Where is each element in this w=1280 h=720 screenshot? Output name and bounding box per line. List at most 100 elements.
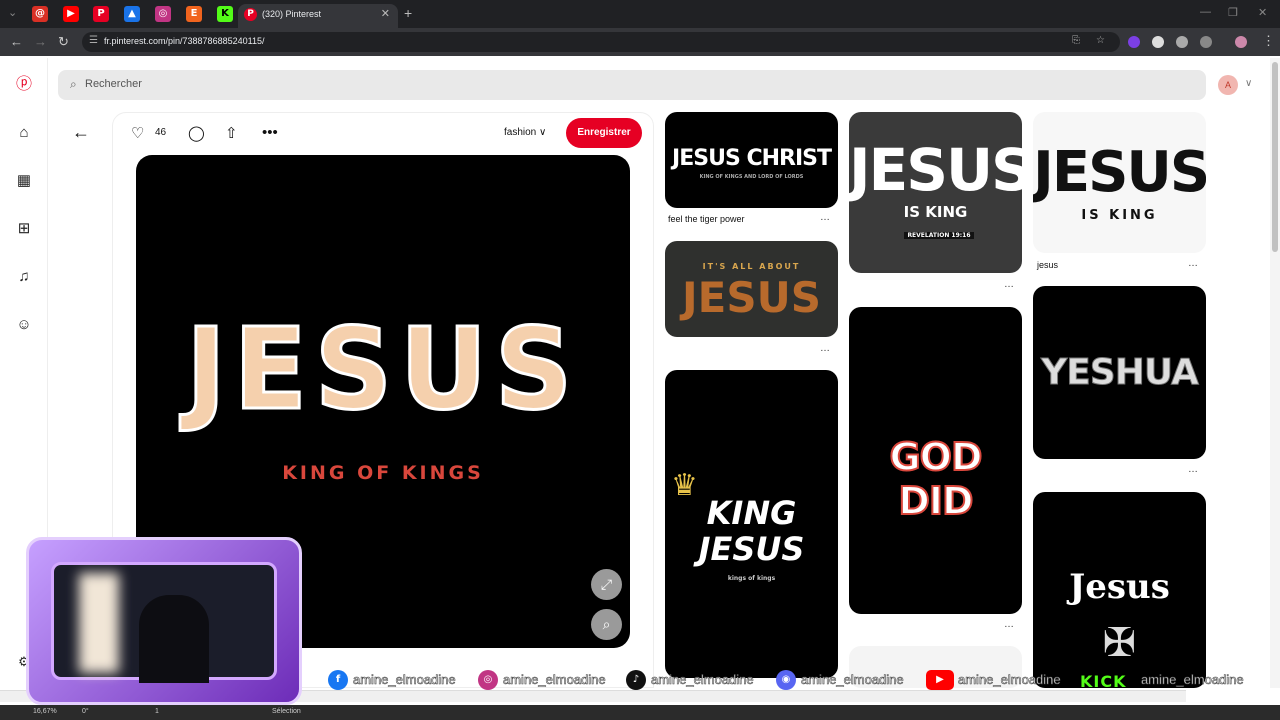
feed-pin-tag: REVELATION 19:16 (904, 232, 974, 239)
tab-instagram-icon[interactable]: ◎ (155, 6, 171, 22)
tab-kick-icon[interactable]: K (217, 6, 233, 22)
social-handle: amine_elmoadine (958, 672, 1061, 688)
pinterest-favicon-icon: P (244, 8, 257, 21)
close-window-icon[interactable]: ✕ (1258, 6, 1267, 19)
page-readout: 1 (155, 708, 159, 715)
pin-image-subtitle: KING OF KINGS (282, 462, 484, 484)
menu-dots-icon[interactable]: ⋮ (1262, 33, 1275, 49)
feed-pin-title: JESUS CHRIST (672, 146, 832, 171)
address-toolbar: ← → ↻ ☰ fr.pinterest.com/pin/73887868852… (0, 28, 1280, 56)
feed-pin[interactable]: JESUS CHRIST KING OF KINGS AND LORD OF L… (665, 112, 838, 208)
puzzle-icon[interactable] (1200, 36, 1212, 48)
feed-pin-title: JESUS (849, 136, 1022, 204)
feed-pin[interactable]: Jesus ✠ (1033, 492, 1206, 688)
extension-icon[interactable] (1152, 36, 1164, 48)
tab-pinterest-icon[interactable]: P (93, 6, 109, 22)
feed-pin-title: YESHUA (1041, 352, 1200, 394)
tab-app-icon[interactable]: ▲ (124, 6, 140, 22)
explore-icon[interactable]: ▦ (14, 171, 34, 191)
tab-threads-icon[interactable]: @ (32, 6, 48, 22)
feed-pin[interactable]: IT'S ALL ABOUT JESUS (665, 241, 838, 337)
feed-pin[interactable]: JESUS IS KING (1033, 112, 1206, 253)
tab-active[interactable]: P (320) Pinterest ✕ (238, 4, 398, 28)
feed-pin-title: JESUS (1033, 140, 1206, 205)
webcam-light (79, 573, 119, 673)
home-icon[interactable]: ⌂ (14, 123, 34, 143)
more-icon[interactable]: … (1188, 258, 1199, 269)
feed-pin-subtitle: KING OF KINGS AND LORD OF LORDS (699, 174, 804, 180)
feed-pin-title: JESUS (682, 273, 821, 322)
social-handle: amine_elmoadine (801, 672, 904, 688)
like-count: 46 (155, 127, 167, 138)
social-handle: amine_elmoadine (1141, 672, 1244, 688)
heart-icon[interactable]: ♡ (131, 124, 144, 142)
minimize-icon[interactable]: — (1200, 6, 1211, 18)
more-options-icon[interactable]: ••• (262, 124, 278, 141)
search-placeholder: Rechercher (85, 78, 142, 90)
bookmark-star-icon[interactable]: ☆ (1096, 35, 1105, 46)
search-input[interactable]: ⌕ Rechercher (58, 70, 1206, 100)
youtube-icon: ▶ (926, 670, 954, 690)
browser-tab-bar: ⌄ @ ▶ P ▲ ◎ E K P (320) Pinterest ✕ + — … (0, 0, 1280, 28)
more-icon[interactable]: … (1188, 464, 1199, 475)
back-icon[interactable]: ← (10, 34, 23, 49)
save-button[interactable]: Enregistrer (566, 118, 642, 148)
messages-icon[interactable]: ☺ (14, 315, 34, 335)
instagram-icon: ◎ (478, 670, 498, 690)
site-info-icon[interactable]: ☰ (89, 35, 98, 46)
extension-icon[interactable] (1128, 36, 1140, 48)
feed-pin-title: KING JESUS (698, 494, 805, 568)
more-icon[interactable]: … (820, 343, 831, 354)
scrollbar-thumb[interactable] (1272, 62, 1278, 252)
discord-icon: ◉ (776, 670, 796, 690)
profile-avatar-icon[interactable] (1235, 36, 1247, 48)
feed-pin[interactable]: YESHUA (1033, 286, 1206, 459)
shield-icon[interactable] (1176, 36, 1188, 48)
close-tab-icon[interactable]: ✕ (381, 7, 390, 20)
chevron-down-icon[interactable]: ∨ (1245, 78, 1252, 89)
more-icon[interactable]: … (1004, 279, 1015, 290)
pinterest-logo-icon[interactable]: ⓟ (14, 75, 34, 95)
bottom-status-bar: 16,67% 0° 1 Sélection (0, 705, 1280, 720)
expand-icon[interactable]: ⤢ (591, 569, 622, 600)
tab-youtube-icon[interactable]: ▶ (63, 6, 79, 22)
tiktok-icon: ♪ (626, 670, 646, 690)
feed-pin-title: Jesus (1069, 567, 1170, 607)
share-icon[interactable]: ⇧ (225, 124, 238, 142)
visual-search-icon[interactable]: ⌕ (591, 609, 622, 640)
feed-pin-subtitle: IS KING (903, 203, 968, 221)
feed-pin-title: GOD DID (888, 434, 983, 524)
reload-icon[interactable]: ↻ (58, 34, 69, 50)
mode-readout: Sélection (272, 708, 301, 715)
feed-pin-subtitle: IT'S ALL ABOUT (702, 262, 801, 271)
create-icon[interactable]: ⊞ (14, 219, 34, 239)
pin-image-title: JESUS (185, 304, 581, 437)
notifications-bell-icon[interactable]: ♫ (14, 267, 34, 287)
chevron-down-icon: ∨ (539, 127, 547, 138)
search-icon: ⌕ (70, 77, 77, 91)
cross-icon: ✠ (1102, 620, 1137, 666)
comment-icon[interactable]: ◯ (188, 124, 205, 142)
feed-pin[interactable]: ♛ KING JESUS kings of kings (665, 370, 838, 678)
feed-pin-caption[interactable]: feel the tiger power (668, 214, 745, 224)
kick-logo: KICK (1080, 672, 1127, 691)
forward-icon[interactable]: → (34, 34, 47, 49)
new-tab-icon[interactable]: + (404, 5, 412, 21)
tab-etsy-icon[interactable]: E (186, 6, 202, 22)
avatar[interactable]: A (1218, 75, 1238, 95)
vertical-scrollbar[interactable] (1270, 58, 1280, 688)
social-handle: amine_elmoadine (651, 672, 754, 688)
tab-search-icon[interactable]: ⌄ (8, 6, 17, 19)
feed-pin-caption[interactable]: jesus (1037, 260, 1058, 270)
feed-pin[interactable]: GOD DID (849, 307, 1022, 614)
url-field[interactable]: ☰ fr.pinterest.com/pin/738878688524011​5… (82, 32, 1120, 52)
board-selector[interactable]: fashion ∨ (504, 127, 546, 138)
back-arrow-icon[interactable]: ← (72, 122, 90, 143)
maximize-icon[interactable]: ❐ (1228, 6, 1238, 19)
install-icon[interactable]: ⎘ (1072, 35, 1080, 46)
more-icon[interactable]: … (1004, 619, 1015, 630)
feed-pin[interactable]: JESUS IS KING REVELATION 19:16 (849, 112, 1022, 273)
webcam-person (139, 595, 209, 683)
more-icon[interactable]: … (820, 212, 831, 223)
social-handle: amine_elmoadine (353, 672, 456, 688)
